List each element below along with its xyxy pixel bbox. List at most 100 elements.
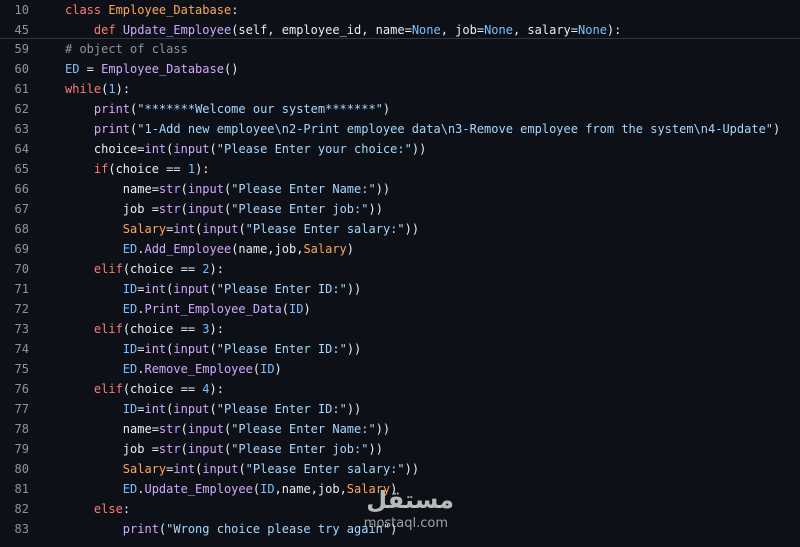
code-token: )) [404,462,420,476]
code-line-62: 62 print("*******Welcome our system*****… [0,99,800,119]
line-number[interactable]: 73 [0,319,29,339]
code-line-63: 63 print("1-Add new employee\n2-Print em… [0,119,800,139]
code-token: (choice == [122,262,203,276]
code-token: ID [122,282,138,296]
code-line-78: 78 name=str(input("Please Enter Name:")) [0,419,800,439]
code-token: ): [209,382,224,396]
code-token: name= [65,182,159,196]
line-number[interactable]: 67 [0,199,29,219]
line-content: else: [65,499,130,519]
watermark-arabic: مستقل [366,486,454,514]
code-line-71: 71 ID=int(input("Please Enter ID:")) [0,279,800,299]
line-number[interactable]: 72 [0,299,29,319]
code-token: "Please Enter ID:" [216,342,347,356]
code-token: str [158,202,181,216]
code-token: ( [238,462,246,476]
code-token: ): [606,23,622,37]
code-token: ED [122,362,138,376]
code-token: 1 [187,162,196,176]
line-number[interactable]: 81 [0,479,29,499]
line-number[interactable]: 79 [0,439,29,459]
code-token: "Please Enter ID:" [216,402,347,416]
line-number[interactable]: 82 [0,499,29,519]
code-token: ): [209,262,224,276]
sticky-line-10: 10 class Employee_Database: [0,0,800,20]
code-token: "Please Enter your choice:" [216,142,412,156]
line-number[interactable]: 64 [0,139,29,159]
line-content: choice=int(input("Please Enter your choi… [65,139,426,159]
code-token: ID [260,362,275,376]
code-token: (self, employee_id, name= [231,23,412,37]
line-number[interactable]: 59 [0,39,29,59]
code-token: (choice == [108,162,188,176]
line-number[interactable]: 66 [0,179,29,199]
code-token: 4 [202,382,210,396]
line-content: job =str(input("Please Enter job:")) [65,199,383,219]
code-token: ) [274,362,282,376]
line-number[interactable]: 61 [0,79,29,99]
code-token: "Please Enter job:" [231,442,369,456]
line-number[interactable]: 76 [0,379,29,399]
code-token: ( [252,362,261,376]
code-token: ED [122,302,138,316]
code-token: () [223,62,239,76]
code-token: int [144,282,167,296]
code-token: Employee_Database [101,62,224,76]
line-number[interactable]: 78 [0,419,29,439]
code-token: if [93,162,109,176]
code-token: class [65,3,109,17]
line-number[interactable]: 80 [0,459,29,479]
code-token: elif [93,322,123,336]
watermark-latin: mostaql.com [363,516,448,531]
line-number[interactable]: 83 [0,519,29,539]
code-token: = [79,62,102,76]
code-token: int [144,342,167,356]
code-token: ( [209,142,217,156]
code-token: ( [209,402,217,416]
code-token: None [484,23,513,37]
line-number[interactable]: 10 [0,0,29,20]
code-token: ED [122,482,138,496]
code-token: "Please Enter ID:" [216,282,347,296]
code-token: str [158,182,181,196]
code-line-76: 76 elif(choice == 4): [0,379,800,399]
code-line-79: 79 job =str(input("Please Enter job:")) [0,439,800,459]
line-number[interactable]: 62 [0,99,29,119]
line-content: elif(choice == 3): [65,319,224,339]
line-number[interactable]: 60 [0,59,29,79]
code-line-74: 74 ID=int(input("Please Enter ID:")) [0,339,800,359]
line-number[interactable]: 69 [0,239,29,259]
code-token: ID [122,402,138,416]
code-token: ): [115,82,131,96]
line-content: print("Wrong choice please try again") [65,519,398,539]
line-number[interactable]: 77 [0,399,29,419]
code-token: )) [404,222,420,236]
line-number[interactable]: 45 [0,20,29,40]
line-number[interactable]: 70 [0,259,29,279]
code-token: elif [93,262,123,276]
code-line-66: 66 name=str(input("Please Enter Name:")) [0,179,800,199]
line-number[interactable]: 68 [0,219,29,239]
code-line-77: 77 ID=int(input("Please Enter ID:")) [0,399,800,419]
code-token: (name,job, [231,242,304,256]
line-number[interactable]: 71 [0,279,29,299]
code-token: Update_Employee [144,482,253,496]
code-token: str [158,442,181,456]
code-token: ( [180,182,188,196]
line-number[interactable]: 65 [0,159,29,179]
line-number[interactable]: 74 [0,339,29,359]
code-token: ) [346,242,355,256]
code-token: ): [195,162,210,176]
code-token: ( [281,302,289,316]
line-number[interactable]: 63 [0,119,29,139]
code-token: )) [411,142,427,156]
code-token: Salary [122,222,167,236]
code-token: Print_Employee_Data [144,302,282,316]
line-number[interactable]: 75 [0,359,29,379]
code-line-70: 70 elif(choice == 2): [0,259,800,279]
